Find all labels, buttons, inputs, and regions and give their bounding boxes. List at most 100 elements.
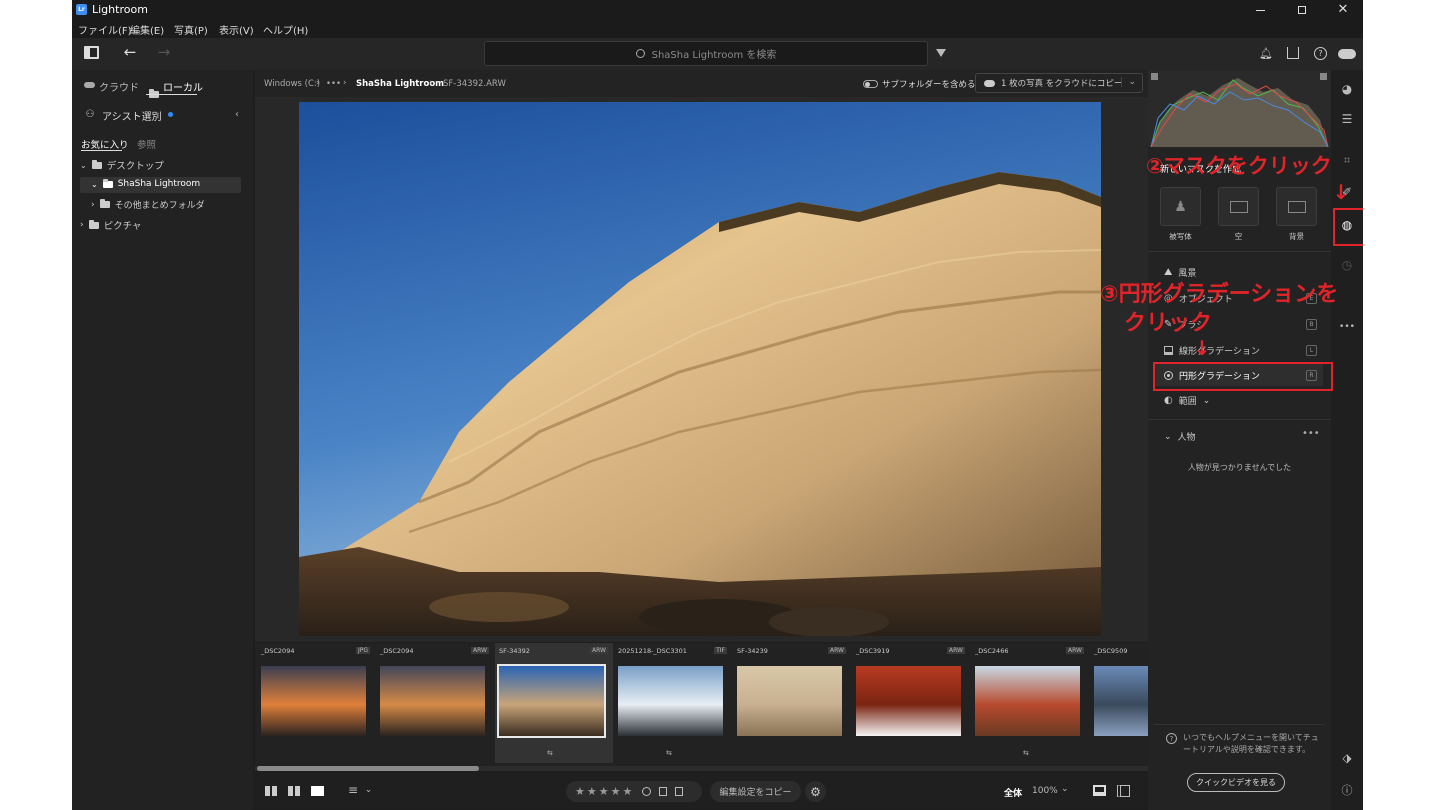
filmstrip-item[interactable]: SF-34392 ARW ⇆ <box>495 643 613 763</box>
loupe-view-icon[interactable] <box>311 786 324 796</box>
tree-item-desktop[interactable]: ⌄ デスクトップ <box>80 158 164 172</box>
assist-select-label[interactable]: アシスト選別 <box>102 108 162 123</box>
crumb-sep-icon: › <box>429 78 433 88</box>
reject-icon[interactable] <box>642 787 652 796</box>
menu-help[interactable]: ヘルプ(H) <box>263 22 308 37</box>
minimize-icon[interactable] <box>1254 4 1266 16</box>
tab-local[interactable]: ローカル <box>163 79 203 94</box>
folder-label: その他まとめフォルダ <box>114 201 205 211</box>
filmstrip-item[interactable]: SF-34239 ARW <box>733 643 851 763</box>
sort-chevron-icon[interactable]: ⌄ <box>364 783 373 797</box>
annotation-step3-line1: ③円形グラデーションを <box>1100 282 1339 307</box>
crumb-ellipsis[interactable]: ••• <box>326 79 341 89</box>
top-toolbar: ← → ShaSha Lightroom を検索 🔔︎ ? <box>72 38 1363 70</box>
tab-cloud[interactable]: クラウド <box>99 79 139 94</box>
forward-arrow-icon[interactable]: → <box>156 43 172 61</box>
histogram-clip-icon[interactable] <box>1151 73 1158 80</box>
chevron-right-icon: › <box>80 220 84 230</box>
menu-photo[interactable]: 写真(P) <box>174 22 208 37</box>
adjust-sliders-icon[interactable]: ☰ <box>1339 111 1355 127</box>
search-input[interactable]: ShaSha Lightroom を検索 <box>484 41 928 66</box>
grid-view-icon[interactable] <box>265 786 277 796</box>
people-more-icon[interactable]: ••• <box>1302 428 1320 439</box>
filmstrip-item[interactable]: _DSC2466 ARW ⇆ <box>971 643 1089 763</box>
crumb-drive[interactable]: Windows (C:) <box>264 79 320 89</box>
quick-subject-button[interactable]: ♟ <box>1160 187 1201 226</box>
annotation-arrow-step3: ↓ <box>1193 336 1211 360</box>
people-section-header[interactable]: ⌄ 人物 <box>1164 430 1196 444</box>
copy-to-cloud-button[interactable]: 1 枚の写真 をクラウドにコピー ⌄ <box>975 73 1143 93</box>
filmstrip-item[interactable]: 20251218-_DSC3301 TIF ⇆ <box>614 643 732 763</box>
collapse-chevron-icon[interactable]: ‹ <box>232 108 242 120</box>
main-photo[interactable] <box>299 102 1101 636</box>
filmstrip-thumbnail[interactable] <box>975 666 1080 736</box>
filmstrip-filename: 20251218-_DSC3301 <box>618 647 687 655</box>
filmstrip-thumbnail[interactable] <box>261 666 366 736</box>
cloud-tab-icon <box>84 82 95 88</box>
info-icon[interactable]: ⓘ <box>1339 782 1355 798</box>
tree-item-other-folder[interactable]: › その他まとめフォルダ <box>91 198 205 211</box>
filmstrip-thumbnail[interactable] <box>1094 666 1154 736</box>
folder-icon <box>91 159 102 169</box>
filmstrip-toggle-icon[interactable] <box>1093 785 1106 796</box>
maximize-icon[interactable] <box>1296 4 1308 16</box>
menu-view[interactable]: 表示(V) <box>219 22 254 37</box>
favorites-underline <box>81 150 122 151</box>
cloud-icon[interactable] <box>1338 49 1356 59</box>
search-placeholder: ShaSha Lightroom を検索 <box>651 50 777 61</box>
before-after-icon[interactable] <box>1117 785 1130 797</box>
menu-file[interactable]: ファイル(F) <box>78 22 132 37</box>
tab-favorites[interactable]: お気に入り <box>81 137 129 151</box>
filmstrip-filename: _DSC2094 <box>380 647 414 655</box>
star-rating[interactable]: ★★★★★ <box>575 785 634 798</box>
filmstrip-filename: _DSC2094 <box>261 647 295 655</box>
tree-item-pictures[interactable]: › ピクチャ <box>80 218 142 232</box>
quick-sky-button[interactable] <box>1218 187 1259 226</box>
quick-video-button[interactable]: クイックビデオを見る <box>1187 773 1285 792</box>
filmstrip-thumbnail[interactable] <box>737 666 842 736</box>
tab-browse[interactable]: 参照 <box>137 137 156 151</box>
mask-tool-range[interactable]: ◐ 範囲 ⌄ <box>1164 394 1210 407</box>
menu-edit[interactable]: 編集(E) <box>130 22 164 37</box>
fit-label[interactable]: 全体 <box>1004 786 1022 799</box>
divider <box>1148 251 1331 252</box>
filmstrip-file-type: ARW <box>590 647 608 654</box>
filmstrip-thumbnail[interactable] <box>497 664 606 738</box>
filmstrip-item[interactable]: _DSC2094 JPG <box>257 643 375 763</box>
more-icon[interactable]: ••• <box>1339 319 1355 335</box>
zoom-chevron-icon[interactable]: ⌄ <box>1061 784 1069 794</box>
flag-icon[interactable] <box>659 787 668 796</box>
filmstrip-item[interactable]: _DSC2094 ARW <box>376 643 494 763</box>
filter-icon[interactable] <box>936 49 946 57</box>
tree-item-shasha-lightroom[interactable]: ⌄ ShaSha Lightroom <box>91 178 200 189</box>
bell-icon[interactable]: 🔔︎ <box>1259 47 1273 60</box>
panel-toggle-icon[interactable] <box>84 46 99 59</box>
close-icon[interactable]: ✕ <box>1336 2 1350 17</box>
folder-icon <box>99 199 110 208</box>
tag-icon[interactable]: ⬗ <box>1339 750 1355 766</box>
unflag-icon[interactable] <box>675 787 684 796</box>
filmstrip-thumbnail[interactable] <box>856 666 961 736</box>
subfolder-label: サブフォルダーを含める <box>882 80 976 90</box>
chevron-down-icon: ⌄ <box>1202 395 1211 406</box>
shortcut-key: L <box>1306 345 1317 356</box>
filmstrip-item[interactable]: _DSC3919 ARW <box>852 643 970 763</box>
crop-icon[interactable]: ⌗ <box>1339 152 1355 168</box>
zoom-level[interactable]: 100% <box>1032 786 1058 796</box>
histogram-clip-icon[interactable] <box>1320 73 1327 80</box>
quick-background-button[interactable] <box>1276 187 1317 226</box>
back-arrow-icon[interactable]: ← <box>122 43 138 61</box>
share-icon[interactable] <box>1287 47 1299 59</box>
filmstrip-thumbnail[interactable] <box>380 666 485 736</box>
filmstrip-thumbnail[interactable] <box>618 666 723 736</box>
presets-icon[interactable]: ◕ <box>1339 81 1355 97</box>
folder-label: デスクトップ <box>106 161 164 172</box>
subfolder-toggle[interactable] <box>863 80 878 88</box>
filmstrip-scrollbar[interactable] <box>255 766 1148 771</box>
settings-gear-icon[interactable]: ⚙ <box>805 781 826 802</box>
history-icon[interactable]: ◷ <box>1339 257 1355 273</box>
compare-view-icon[interactable] <box>288 786 300 796</box>
sort-icon[interactable]: ≡ <box>346 783 360 797</box>
copy-settings-button[interactable]: 編集設定をコピー <box>710 781 801 802</box>
help-icon[interactable]: ? <box>1314 47 1327 60</box>
